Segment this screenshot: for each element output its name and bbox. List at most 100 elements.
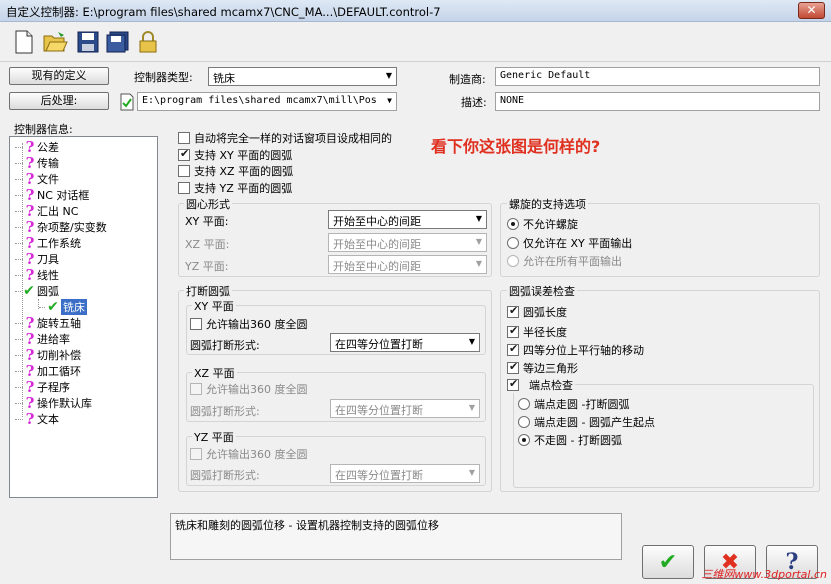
helix-option-all-label: 允许在所有平面输出 [523, 255, 622, 268]
tree-item-label: 工作系统 [37, 237, 81, 250]
chevron-down-icon: ▼ [475, 259, 482, 268]
manufacturer-field[interactable]: Generic Default [495, 67, 820, 86]
helix-option-none-label: 不允许螺旋 [523, 218, 578, 231]
helix-option-all[interactable]: 允许在所有平面输出 [507, 253, 622, 269]
xz-arc-label: 支持 XZ 平面的圆弧 [194, 165, 294, 178]
equilateral-label: 等边三角形 [523, 362, 578, 375]
endpoint-option-2[interactable]: 端点走圆 - 圆弧产生起点 [518, 414, 655, 430]
tree-item[interactable]: ? 旋转五轴 [15, 314, 81, 332]
controller-type-select[interactable]: 铣床 ▼ [208, 67, 397, 86]
xy-allow360-checkbox[interactable]: 允许输出360 度全圆 [190, 316, 308, 332]
center-yz-value: 开始至中心的间距 [333, 260, 421, 273]
quadrant-move-checkbox[interactable]: 四等分位上平行轴的移动 [507, 342, 644, 358]
auto-same-checkbox[interactable]: 自动将完全一样的对话窗项目设成相同的 [178, 130, 392, 146]
xy-arc-checkbox[interactable]: 支持 XY 平面的圆弧 [178, 147, 292, 163]
radius-length-checkbox[interactable]: 半径长度 [507, 324, 567, 340]
arc-length-label: 圆弧长度 [523, 306, 567, 319]
endpoint-option-3[interactable]: 不走圆 - 打断圆弧 [518, 432, 622, 448]
endpoint-check-checkbox[interactable]: 端点检查 [507, 377, 575, 393]
controller-type-value: 铣床 [213, 72, 235, 85]
yz-allow360-checkbox[interactable]: 允许输出360 度全圆 [190, 446, 308, 462]
tree-item[interactable]: ? 杂项整/实变数 [15, 218, 107, 236]
equilateral-checkbox[interactable]: 等边三角形 [507, 360, 578, 376]
xy-allow360-label: 允许输出360 度全圆 [206, 318, 308, 331]
annotation-text: 看下你这张图是何样的? [431, 137, 601, 156]
chevron-down-icon: ▼ [475, 214, 482, 223]
center-xz-label: XZ 平面: [185, 238, 230, 251]
new-file-icon[interactable] [10, 28, 38, 56]
xy-break-form-select[interactable]: 在四等分位置打断 ▼ [330, 333, 480, 352]
yz-arc-checkbox[interactable]: 支持 YZ 平面的圆弧 [178, 180, 292, 196]
description-label: 描述: [461, 96, 487, 109]
tree-item[interactable]: ? 传输 [15, 154, 59, 172]
tree-item[interactable]: ? 刀具 [15, 250, 59, 268]
chevron-down-icon: ▼ [475, 237, 482, 246]
tree-item[interactable]: ? NC 对话框 [15, 186, 90, 204]
tree-item[interactable]: ? 汇出 NC [15, 202, 78, 220]
center-yz-select[interactable]: 开始至中心的间距 ▼ [328, 255, 487, 274]
center-xy-label: XY 平面: [185, 215, 229, 228]
tree-item[interactable]: ? 工作系统 [15, 234, 81, 252]
endpoint-option-1[interactable]: 端点走圆 -打断圆弧 [518, 396, 629, 412]
close-button[interactable]: ✕ [798, 2, 825, 19]
post-path-value: E:\program files\shared mcamx7\mill\Pos [142, 95, 377, 106]
existing-definitions-button[interactable]: 现有的定义 [9, 67, 109, 85]
tree-item[interactable]: ? 子程序 [15, 378, 70, 396]
save-icon[interactable] [74, 28, 102, 56]
xz-break-form-label: 圆弧打断形式: [190, 405, 260, 418]
xz-allow360-label: 允许输出360 度全圆 [206, 383, 308, 396]
tree-item[interactable]: ✔ 圆弧 [15, 283, 59, 299]
xy-break-form-label: 圆弧打断形式: [190, 339, 260, 352]
break-yz-title: YZ 平面 [192, 429, 236, 445]
chevron-down-icon: ▼ [385, 71, 392, 80]
helix-title: 螺旋的支持选项 [507, 196, 588, 212]
chevron-down-icon: ▼ [468, 468, 475, 477]
break-arc-title: 打断圆弧 [184, 283, 232, 299]
xz-allow360-checkbox[interactable]: 允许输出360 度全圆 [190, 381, 308, 397]
tree-item-label: 铣床 [61, 299, 87, 315]
arc-check-title: 圆弧误差检查 [507, 283, 577, 299]
question-mark-icon: ? [25, 410, 35, 428]
tree-item[interactable]: ? 操作默认库 [15, 394, 92, 412]
helix-option-none[interactable]: 不允许螺旋 [507, 216, 578, 232]
center-yz-label: YZ 平面: [185, 260, 229, 273]
xz-arc-checkbox[interactable]: 支持 XZ 平面的圆弧 [178, 163, 293, 179]
question-mark-icon: ? [25, 266, 35, 284]
center-xy-select[interactable]: 开始至中心的间距 ▼ [328, 210, 487, 229]
tree-item-label: NC 对话框 [37, 189, 90, 202]
tree-item[interactable]: ? 文件 [15, 170, 59, 188]
title-bar: 自定义控制器: E:\program files\shared mcamx7\C… [0, 0, 831, 22]
tree-item[interactable]: ? 线性 [15, 266, 59, 284]
yz-allow360-label: 允许输出360 度全圆 [206, 448, 308, 461]
tree-item[interactable]: ? 公差 [15, 138, 59, 156]
xz-break-form-select[interactable]: 在四等分位置打断 ▼ [330, 399, 480, 418]
open-folder-icon[interactable] [42, 28, 70, 56]
description-box: 铣床和雕刻的圆弧位移 - 设置机器控制支持的圆弧位移 [170, 513, 622, 560]
post-processor-button[interactable]: 后处理: [9, 92, 109, 110]
post-path-field[interactable]: E:\program files\shared mcamx7\mill\Pos … [137, 92, 397, 111]
lock-icon[interactable] [134, 28, 162, 56]
description-field[interactable]: NONE [495, 92, 820, 111]
checkmark-icon: ✔ [23, 283, 35, 299]
tree-item-label: 文件 [37, 173, 59, 186]
tree-item[interactable]: ? 加工循环 [15, 362, 81, 380]
yz-break-form-select[interactable]: 在四等分位置打断 ▼ [330, 464, 480, 483]
save-as-icon[interactable] [104, 28, 132, 56]
helix-option-xy[interactable]: 仅允许在 XY 平面输出 [507, 235, 632, 251]
endpoint-option-2-label: 端点走圆 - 圆弧产生起点 [534, 416, 655, 429]
tree-item[interactable]: ? 进给率 [15, 330, 70, 348]
endpoint-check-label: 端点检查 [529, 379, 573, 392]
checkmark-icon: ✔ [47, 299, 59, 315]
tree-item-label: 旋转五轴 [37, 317, 81, 330]
tree-item[interactable]: ? 文本 [15, 410, 59, 428]
center-xz-select[interactable]: 开始至中心的间距 ▼ [328, 233, 487, 252]
controller-info-tree[interactable]: ? 公差 ? 传输 ? 文件 ? NC 对话框 ? 汇出 NC ? 杂项整/实变数 ? 工作系… [9, 136, 158, 498]
break-xy-title: XY 平面 [192, 298, 236, 314]
tree-item-label: 刀具 [37, 253, 59, 266]
arc-length-checkbox[interactable]: 圆弧长度 [507, 304, 567, 320]
xy-break-form-value: 在四等分位置打断 [335, 338, 423, 351]
ok-button[interactable]: ✔ [642, 545, 694, 579]
tree-item[interactable]: ? 切削补偿 [15, 346, 81, 364]
tree-item[interactable]: ✔ 铣床 [39, 299, 87, 315]
center-xz-value: 开始至中心的间距 [333, 238, 421, 251]
